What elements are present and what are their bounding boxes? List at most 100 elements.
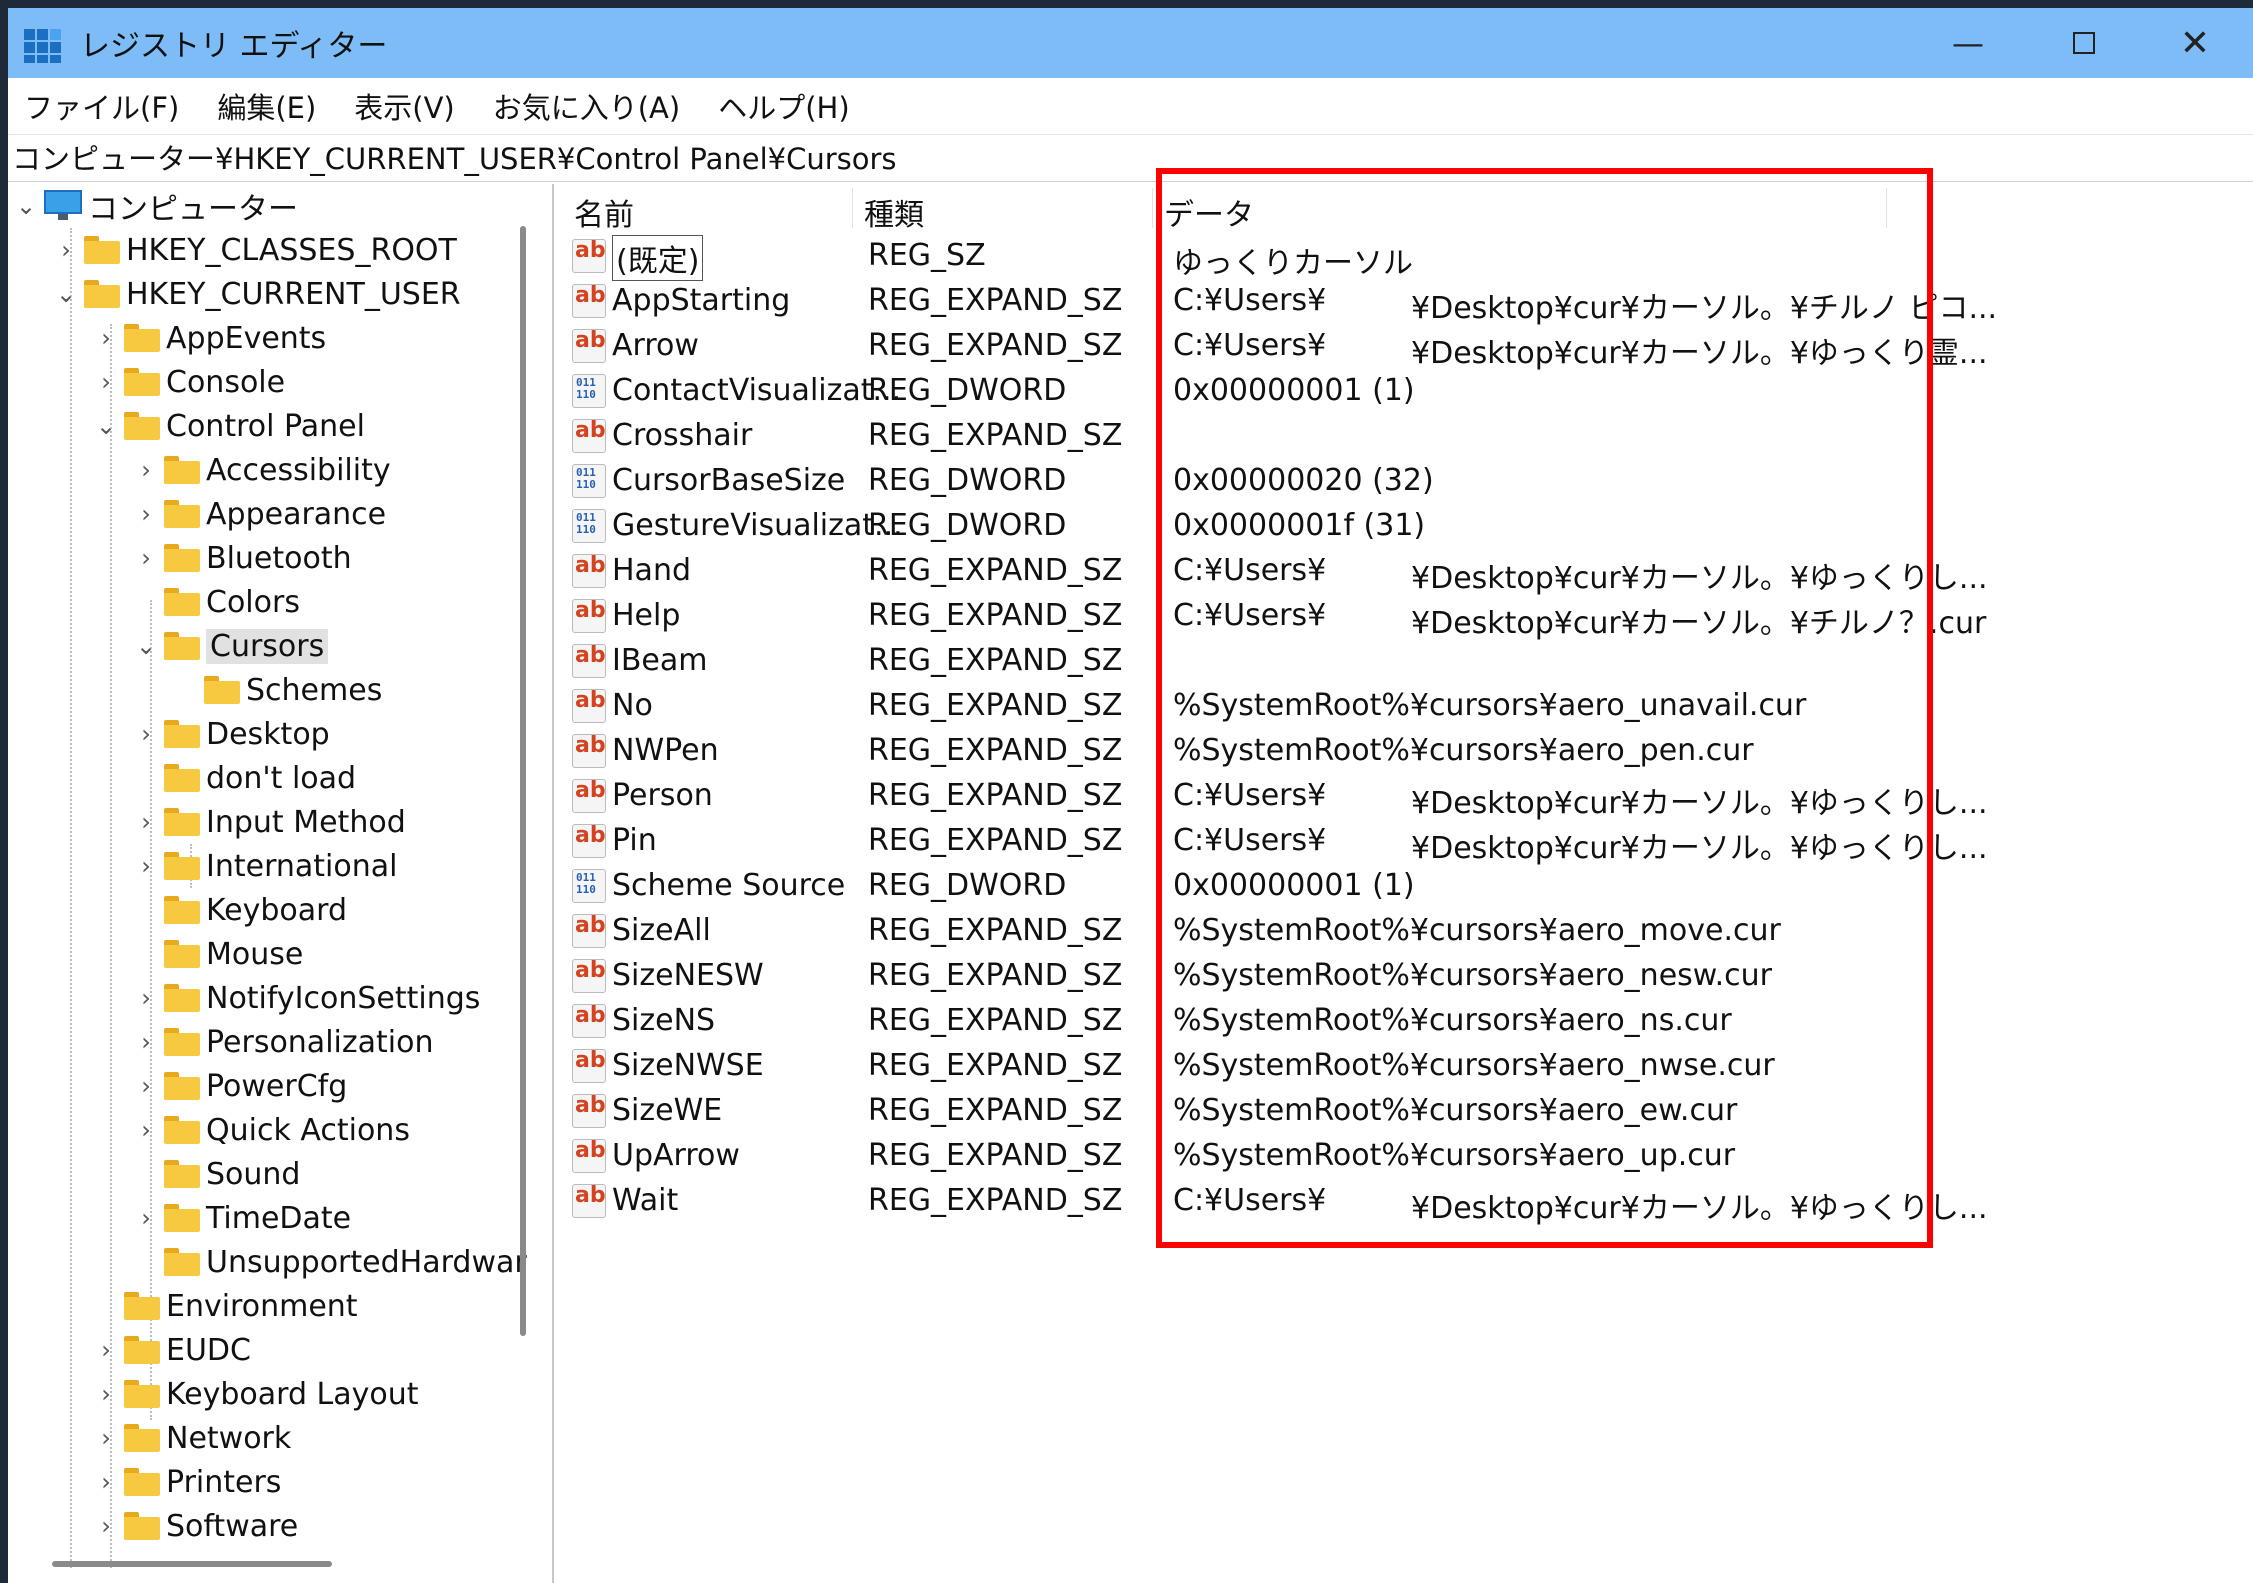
list-item[interactable]: 011 110 Scheme Source REG_DWORD 0x00000001 … bbox=[556, 864, 2253, 909]
list-item[interactable]: ab SizeNS REG_EXPAND_SZ %SystemRoot%¥cursor… bbox=[556, 999, 2253, 1044]
list-item[interactable]: ab SizeNESW REG_EXPAND_SZ %SystemRoot%¥curs… bbox=[556, 954, 2253, 999]
tree-item-appevents[interactable]: › AppEvents bbox=[92, 316, 326, 360]
list-item[interactable]: ab Pin REG_EXPAND_SZ C:¥Users¥ ¥Desktop¥cur¥… bbox=[556, 819, 2253, 866]
chevron-down-icon[interactable]: ⌄ bbox=[132, 624, 160, 668]
tree-item-desktop[interactable]: › Desktop bbox=[132, 712, 330, 756]
tree-item-schemes[interactable]: Schemes bbox=[172, 668, 382, 712]
tree-item-colors[interactable]: Colors bbox=[132, 580, 300, 624]
list-item[interactable]: ab Help REG_EXPAND_SZ C:¥Users¥ ¥Desktop¥cur… bbox=[556, 594, 2253, 641]
list-item[interactable]: ab UpArrow REG_EXPAND_SZ %SystemRoot%¥curso… bbox=[556, 1134, 2253, 1179]
list-header: 名前 種類 データ bbox=[556, 184, 2253, 234]
chevron-right-icon[interactable]: › bbox=[132, 1108, 160, 1152]
chevron-down-icon[interactable]: ⌄ bbox=[12, 184, 40, 228]
tree-item-bluetooth[interactable]: › Bluetooth bbox=[132, 536, 351, 580]
title-bar[interactable]: レジストリ エディター — ✕ bbox=[8, 8, 2253, 78]
list-item[interactable]: ab Hand REG_EXPAND_SZ C:¥Users¥ ¥Desktop¥cur… bbox=[556, 549, 2253, 596]
list-item[interactable]: ab IBeam REG_EXPAND_SZ bbox=[556, 639, 2253, 684]
string-value-icon: ab bbox=[572, 328, 606, 363]
menu-edit[interactable]: 編集(E) bbox=[217, 85, 316, 127]
list-item[interactable]: ab Crosshair REG_EXPAND_SZ bbox=[556, 414, 2253, 459]
tree-item-appearance[interactable]: › Appearance bbox=[132, 492, 386, 536]
tree-item-cursors[interactable]: ⌄ Cursors bbox=[132, 624, 329, 668]
close-button[interactable]: ✕ bbox=[2137, 8, 2253, 78]
chevron-right-icon[interactable]: › bbox=[92, 1416, 120, 1460]
chevron-right-icon[interactable]: › bbox=[92, 1460, 120, 1504]
tree-item-input-method[interactable]: › Input Method bbox=[132, 800, 406, 844]
tree-item-computer[interactable]: ⌄ コンピューター bbox=[12, 184, 298, 228]
list-item[interactable]: 011 110 CursorBaseSize REG_DWORD 0x00000020… bbox=[556, 459, 2253, 504]
chevron-right-icon[interactable]: › bbox=[92, 316, 120, 360]
list-item[interactable]: ab (既定) REG_SZ ゆっくりカーソル bbox=[556, 234, 2253, 281]
close-icon: ✕ bbox=[2179, 22, 2211, 64]
chevron-right-icon[interactable]: › bbox=[132, 536, 160, 580]
chevron-right-icon[interactable]: › bbox=[132, 976, 160, 1020]
tree-item-mouse[interactable]: Mouse bbox=[132, 932, 303, 976]
chevron-down-icon[interactable]: ⌄ bbox=[52, 272, 80, 316]
tree-item-notifyiconsettings[interactable]: › NotifyIconSettings bbox=[132, 976, 480, 1020]
chevron-down-icon[interactable]: ⌄ bbox=[92, 404, 120, 448]
chevron-right-icon[interactable]: › bbox=[52, 228, 80, 272]
tree-item-quick-actions[interactable]: › Quick Actions bbox=[132, 1108, 410, 1152]
list-item[interactable]: ab SizeNWSE REG_EXPAND_SZ %SystemRoot%¥curs… bbox=[556, 1044, 2253, 1089]
minimize-button[interactable]: — bbox=[1910, 8, 2026, 78]
tree-item-keyboard-layout[interactable]: › Keyboard Layout bbox=[92, 1372, 418, 1416]
tree-vertical-scrollbar[interactable] bbox=[520, 226, 526, 1336]
chevron-right-icon[interactable]: › bbox=[132, 1064, 160, 1108]
chevron-right-icon[interactable]: › bbox=[132, 844, 160, 888]
folder-icon bbox=[164, 984, 200, 1012]
tree-item-environment[interactable]: Environment bbox=[92, 1284, 358, 1328]
menu-help[interactable]: ヘルプ(H) bbox=[718, 85, 849, 127]
chevron-right-icon[interactable]: › bbox=[132, 1196, 160, 1240]
menu-favorites[interactable]: お気に入り(A) bbox=[493, 85, 680, 127]
tree-item-hkcu[interactable]: ⌄ HKEY_CURRENT_USER bbox=[52, 272, 461, 316]
tree-item-control-panel[interactable]: ⌄ Control Panel bbox=[92, 404, 365, 448]
chevron-right-icon[interactable]: › bbox=[132, 1020, 160, 1064]
chevron-right-icon[interactable]: › bbox=[92, 1504, 120, 1548]
tree-item-eudc[interactable]: › EUDC bbox=[92, 1328, 251, 1372]
maximize-button[interactable] bbox=[2026, 8, 2142, 78]
tree-item-personalization[interactable]: › Personalization bbox=[132, 1020, 433, 1064]
value-name: (既定) bbox=[612, 235, 704, 281]
tree-item-hkcr[interactable]: › HKEY_CLASSES_ROOT bbox=[52, 228, 457, 272]
tree-item-dont-load[interactable]: don't load bbox=[132, 756, 356, 800]
binary-value-icon: 011 110 bbox=[572, 464, 606, 498]
list-item[interactable]: 011 110 ContactVisualizat... REG_DWORD 0x00… bbox=[556, 369, 2253, 414]
chevron-right-icon[interactable]: › bbox=[132, 712, 160, 756]
tree-item-software[interactable]: › Software bbox=[92, 1504, 298, 1548]
tree-item-keyboard[interactable]: Keyboard bbox=[132, 888, 347, 932]
string-value-icon: ab bbox=[572, 238, 606, 273]
list-item[interactable]: ab Arrow REG_EXPAND_SZ C:¥Users¥ ¥Desktop¥cu… bbox=[556, 324, 2253, 371]
tree-item-sound[interactable]: Sound bbox=[132, 1152, 300, 1196]
column-header-type[interactable]: 種類 bbox=[864, 190, 924, 234]
chevron-right-icon[interactable]: › bbox=[132, 448, 160, 492]
tree-horizontal-scrollbar[interactable] bbox=[52, 1561, 332, 1567]
list-item[interactable]: ab Person REG_EXPAND_SZ C:¥Users¥ ¥Desktop¥c… bbox=[556, 774, 2253, 821]
tree-item-accessibility[interactable]: › Accessibility bbox=[132, 448, 390, 492]
list-item[interactable]: ab NWPen REG_EXPAND_SZ %SystemRoot%¥cursors… bbox=[556, 729, 2253, 774]
tree-item-network[interactable]: › Network bbox=[92, 1416, 291, 1460]
list-item[interactable]: ab Wait REG_EXPAND_SZ C:¥Users¥ ¥Desktop¥cur… bbox=[556, 1179, 2253, 1226]
tree-item-international[interactable]: › International bbox=[132, 844, 397, 888]
chevron-right-icon[interactable]: › bbox=[132, 492, 160, 536]
list-item[interactable]: 011 110 GestureVisualizat... REG_DWORD 0x00… bbox=[556, 504, 2253, 549]
list-item[interactable]: ab SizeAll REG_EXPAND_SZ %SystemRoot%¥curso… bbox=[556, 909, 2253, 954]
tree-item-timedate[interactable]: › TimeDate bbox=[132, 1196, 351, 1240]
address-bar[interactable]: コンピューター¥HKEY_CURRENT_USER¥Control Panel¥… bbox=[8, 134, 2253, 182]
chevron-right-icon[interactable]: › bbox=[92, 1372, 120, 1416]
column-header-name[interactable]: 名前 bbox=[574, 190, 634, 234]
list-item[interactable]: ab No REG_EXPAND_SZ %SystemRoot%¥cursors¥ae… bbox=[556, 684, 2253, 729]
chevron-right-icon[interactable]: › bbox=[92, 360, 120, 404]
menu-file[interactable]: ファイル(F) bbox=[24, 85, 179, 127]
pane-splitter[interactable] bbox=[552, 184, 554, 1583]
chevron-right-icon[interactable]: › bbox=[92, 1328, 120, 1372]
list-item[interactable]: ab AppStarting REG_EXPAND_SZ C:¥Users¥ ¥Desk… bbox=[556, 279, 2253, 326]
tree-item-console[interactable]: › Console bbox=[92, 360, 285, 404]
menu-view[interactable]: 表示(V) bbox=[354, 85, 454, 127]
folder-icon bbox=[164, 852, 200, 880]
column-header-data[interactable]: データ bbox=[1164, 190, 1254, 234]
tree-item-printers[interactable]: › Printers bbox=[92, 1460, 281, 1504]
tree-item-powercfg[interactable]: › PowerCfg bbox=[132, 1064, 347, 1108]
list-item[interactable]: ab SizeWE REG_EXPAND_SZ %SystemRoot%¥cursor… bbox=[556, 1089, 2253, 1134]
tree-item-unsupportedhardware[interactable]: UnsupportedHardwar bbox=[132, 1240, 527, 1284]
chevron-right-icon[interactable]: › bbox=[132, 800, 160, 844]
